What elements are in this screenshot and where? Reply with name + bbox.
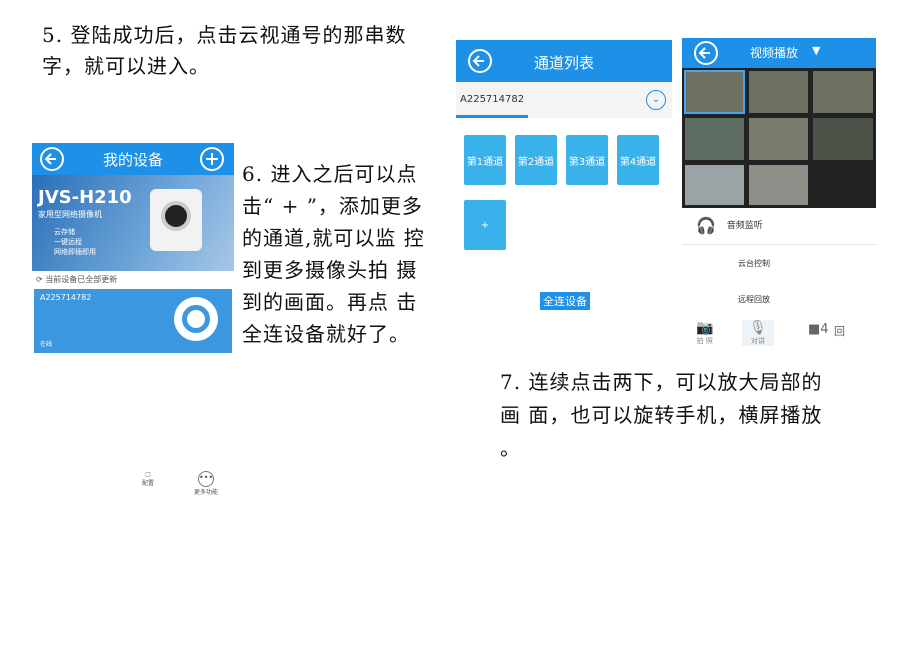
remote-playback-item[interactable]: 远程回放: [738, 294, 770, 305]
config-icon: ▢: [145, 471, 151, 478]
tab-indicator: [456, 115, 528, 118]
microphone-icon: 🎙: [749, 320, 767, 336]
device-id: A225714782: [40, 293, 92, 302]
video-cell[interactable]: [684, 164, 745, 206]
product-banner: JVS-H210 家用型网络摄像机 云存储 一键远程 网络即插即用: [32, 175, 234, 271]
config-item[interactable]: ▢ 配置: [142, 471, 154, 487]
video-cell[interactable]: [812, 70, 874, 114]
channel-list-header: 通道列表: [456, 40, 672, 82]
video-cell[interactable]: [748, 70, 809, 114]
video-cell[interactable]: [812, 117, 874, 161]
channel-2-button[interactable]: 第2通道: [515, 135, 557, 185]
channel-1-button[interactable]: 第1通道: [464, 135, 506, 185]
video-cell[interactable]: [748, 117, 809, 161]
add-icon[interactable]: [200, 147, 224, 171]
back-button[interactable]: 回: [834, 323, 845, 339]
talk-button[interactable]: 🎙 对讲: [742, 320, 774, 346]
back-icon[interactable]: [694, 41, 718, 65]
channel-3-button[interactable]: 第3通道: [566, 135, 608, 185]
camera-icon: 📷: [696, 320, 714, 336]
step7-text: 7. 连续点击两下，可以放大局部的 画 面，也可以旋转手机，横屏播放 。: [500, 370, 823, 460]
banner-model: JVS-H210: [38, 187, 132, 208]
step6-text: 6. 进入之后可以点 击“ + ”，添加更多 的通道,就可以监 控 到更多摄像头…: [242, 162, 425, 346]
ptz-control-item[interactable]: 云台控制: [738, 258, 770, 269]
refresh-icon: ⟳: [36, 275, 43, 284]
video-cell[interactable]: [684, 70, 745, 114]
webcam-icon: [174, 297, 218, 341]
step5-text: 5. 登陆成功后，点击云视通号的那串数 字，就可以进入。: [42, 20, 406, 82]
photo-button[interactable]: 📷 拍 照: [696, 320, 713, 346]
more-item[interactable]: ••• 更多功能: [194, 471, 218, 496]
split-screen-button[interactable]: ■4: [808, 322, 829, 337]
channel-list-screen: 通道列表 A225714782 ⌄ 第1通道 第2通道 第3通道 第4通道 + …: [456, 40, 672, 320]
connect-all-button[interactable]: 全连设备: [540, 292, 590, 310]
banner-subtitle: 家用型网络摄像机: [38, 210, 102, 219]
video-playback-screen: 视频播放 ▼ 🎧 音频监听 云台控制 远程回放 📷 拍 照 🎙 对讲 ■4 回: [682, 38, 876, 348]
video-playback-title: 视频播放: [750, 46, 799, 60]
selected-device: A225714782: [460, 94, 525, 105]
video-cell[interactable]: [748, 164, 809, 206]
step5-line2: 字，就可以进入。: [42, 54, 210, 78]
device-status: 在线: [40, 341, 53, 348]
channel-list-title: 通道列表: [533, 54, 594, 72]
video-cell[interactable]: [684, 117, 745, 161]
device-card[interactable]: A225714782 在线: [34, 289, 232, 353]
more-icon: •••: [198, 471, 214, 487]
banner-features: 云存储 一键远程 网络即插即用: [54, 228, 96, 256]
my-devices-screen: 我的设备 JVS-H210 家用型网络摄像机 云存储 一键远程 网络即插即用 ⟳…: [32, 143, 234, 503]
my-devices-header: 我的设备: [32, 143, 234, 175]
update-status: ⟳ 当前设备已全部更新: [36, 275, 118, 284]
channel-4-button[interactable]: 第4通道: [617, 135, 659, 185]
chevron-down-icon[interactable]: ⌄: [646, 90, 666, 110]
device-selector[interactable]: A225714782 ⌄: [456, 82, 672, 118]
add-channel-button[interactable]: +: [464, 200, 506, 250]
camera-product-image: [150, 189, 202, 251]
video-playback-header: 视频播放 ▼: [682, 38, 876, 68]
dropdown-triangle-icon[interactable]: ▼: [812, 44, 820, 57]
headphones-icon: 🎧: [696, 216, 716, 235]
step5-line1: 5. 登陆成功后，点击云视通号的那串数: [42, 23, 407, 47]
audio-monitor-item[interactable]: 🎧 音频监听: [696, 216, 763, 235]
video-grid: [682, 68, 876, 208]
